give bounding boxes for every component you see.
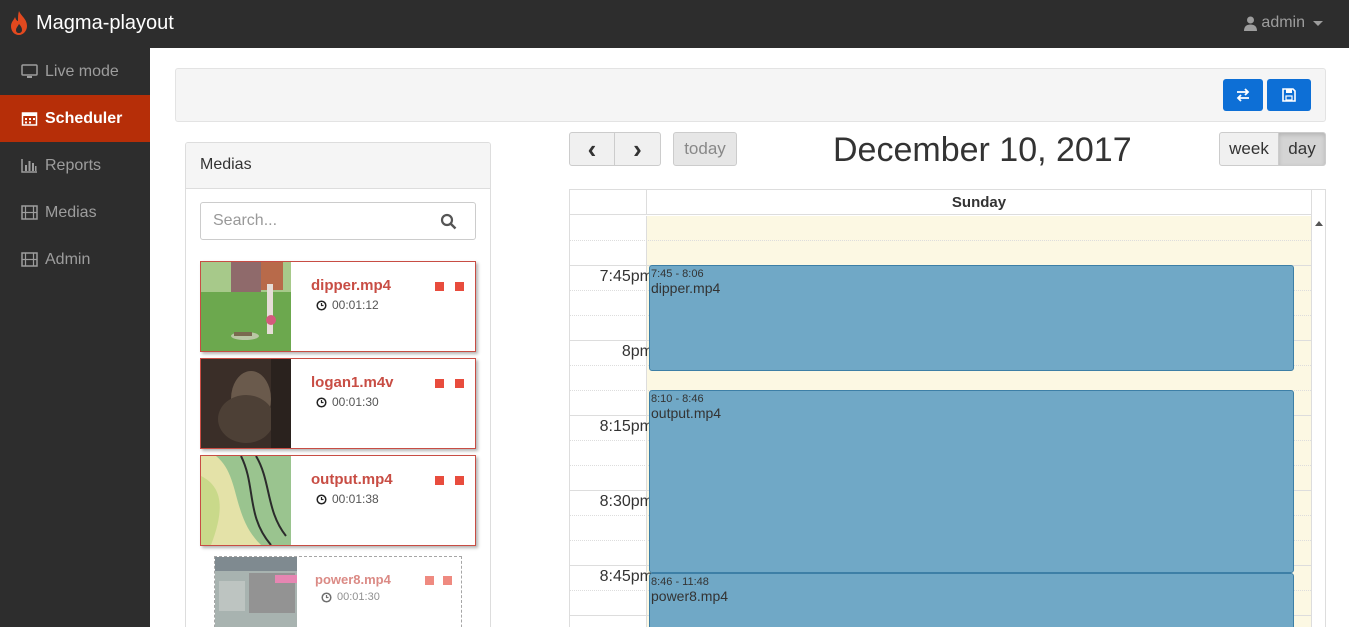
- media-duration-value: 00:01:38: [332, 492, 379, 506]
- media-item-output[interactable]: output.mp4 00:01:38: [200, 455, 476, 546]
- search-icon[interactable]: [440, 213, 457, 230]
- media-action-icon[interactable]: [455, 379, 464, 388]
- media-action-icon[interactable]: [455, 282, 464, 291]
- time-label: 8:30pm: [599, 493, 653, 510]
- media-action-icon[interactable]: [455, 476, 464, 485]
- media-action-icon[interactable]: [435, 476, 444, 485]
- calendar-event[interactable]: 7:45 - 8:06 dipper.mp4: [649, 265, 1294, 371]
- user-icon: [1244, 16, 1258, 31]
- scroll-up-icon[interactable]: [1315, 221, 1323, 226]
- sidebar-item-medias[interactable]: Medias: [0, 189, 150, 236]
- calendar-icon: [21, 112, 38, 126]
- clock-icon: [316, 493, 327, 505]
- top-navbar: Magma-playout admin: [0, 0, 1349, 48]
- swap-button[interactable]: [1223, 79, 1263, 111]
- calendar-event[interactable]: 8:46 - 11:48 power8.mp4: [649, 573, 1294, 627]
- calendar-grid: Sunday 7:45pm 8pm 8:15pm 8:30pm 8:45pm 7…: [569, 189, 1326, 627]
- prev-button[interactable]: ‹: [569, 132, 615, 166]
- media-action-icon[interactable]: [443, 576, 452, 585]
- swap-icon: [1236, 88, 1250, 102]
- sidebar-item-reports[interactable]: Reports: [0, 142, 150, 189]
- event-title: output.mp4: [651, 405, 722, 421]
- monitor-icon: [21, 64, 38, 78]
- film-icon: [21, 205, 38, 220]
- time-gutter-header: [570, 190, 646, 215]
- brand[interactable]: Magma-playout: [8, 10, 174, 36]
- media-thumbnail: [201, 359, 291, 448]
- event-time: 8:10 - 8:46: [651, 393, 704, 405]
- media-name: logan1.m4v: [311, 374, 394, 391]
- media-name: dipper.mp4: [311, 277, 392, 294]
- media-duration: 00:01:30: [316, 395, 379, 409]
- sidebar-item-label: Scheduler: [45, 109, 123, 127]
- event-time: 7:45 - 8:06: [651, 268, 704, 280]
- media-duration-value: 00:01:12: [332, 298, 379, 312]
- media-thumbnail: [201, 262, 291, 351]
- media-duration: 00:01:38: [316, 492, 379, 506]
- sidebar: Live mode Scheduler Reports Medias Admin: [0, 48, 150, 627]
- bar-chart-icon: [21, 159, 37, 173]
- sidebar-item-label: Medias: [45, 203, 97, 221]
- medias-panel-title: Medias: [186, 143, 490, 189]
- chevron-down-icon: [1313, 20, 1323, 26]
- calendar-event[interactable]: 8:10 - 8:46 output.mp4: [649, 390, 1294, 573]
- medias-panel: Medias dipper.mp4 00:01:12: [185, 142, 491, 627]
- media-duration: 00:01:12: [316, 298, 379, 312]
- event-title: power8.mp4: [651, 588, 729, 604]
- media-name: output.mp4: [311, 471, 393, 488]
- time-label: 8:45pm: [599, 568, 653, 585]
- event-time: 8:46 - 11:48: [651, 576, 709, 588]
- sidebar-item-label: Reports: [45, 156, 102, 174]
- sidebar-item-label: Live mode: [45, 62, 119, 80]
- event-title: dipper.mp4: [651, 280, 721, 296]
- calendar-scrollbar[interactable]: [1311, 190, 1325, 627]
- save-button[interactable]: [1267, 79, 1311, 111]
- today-button[interactable]: today: [673, 132, 737, 166]
- media-name: power8.mp4: [315, 572, 391, 587]
- time-label: 7:45pm: [599, 268, 653, 285]
- search-input[interactable]: [201, 203, 421, 239]
- time-label: 8:15pm: [599, 418, 653, 435]
- save-icon: [1282, 88, 1296, 102]
- time-slot: [570, 240, 1311, 265]
- media-duration: 00:01:30: [321, 591, 380, 603]
- media-thumbnail: [215, 557, 297, 627]
- clock-icon: [316, 396, 327, 408]
- user-menu[interactable]: admin: [1244, 14, 1323, 32]
- week-view-button[interactable]: week: [1219, 132, 1279, 166]
- film-icon: [21, 252, 38, 267]
- app-title: Magma-playout: [36, 12, 174, 34]
- user-name: admin: [1261, 14, 1305, 31]
- media-action-icon[interactable]: [435, 282, 444, 291]
- clock-icon: [321, 591, 332, 603]
- scheduler-toolbar: [175, 68, 1326, 122]
- media-item-logan1[interactable]: logan1.m4v 00:01:30: [200, 358, 476, 449]
- sidebar-item-admin[interactable]: Admin: [0, 236, 150, 283]
- search-box[interactable]: [200, 202, 476, 240]
- next-button[interactable]: ›: [614, 132, 661, 166]
- sidebar-item-label: Admin: [45, 250, 91, 268]
- media-action-icon[interactable]: [425, 576, 434, 585]
- media-duration-value: 00:01:30: [332, 395, 379, 409]
- flame-logo-icon: [11, 11, 27, 35]
- day-view-button[interactable]: day: [1278, 132, 1326, 166]
- media-item-power8-dragging[interactable]: power8.mp4 00:01:30: [214, 556, 462, 627]
- media-duration-value: 00:01:30: [337, 591, 380, 603]
- sidebar-item-live-mode[interactable]: Live mode: [0, 48, 150, 95]
- calendar-title: December 10, 2017: [833, 131, 1132, 169]
- media-action-icon[interactable]: [435, 379, 444, 388]
- clock-icon: [316, 299, 327, 311]
- day-header: Sunday: [646, 190, 1311, 215]
- media-thumbnail: [201, 456, 291, 545]
- media-item-dipper[interactable]: dipper.mp4 00:01:12: [200, 261, 476, 352]
- sidebar-item-scheduler[interactable]: Scheduler: [0, 95, 150, 142]
